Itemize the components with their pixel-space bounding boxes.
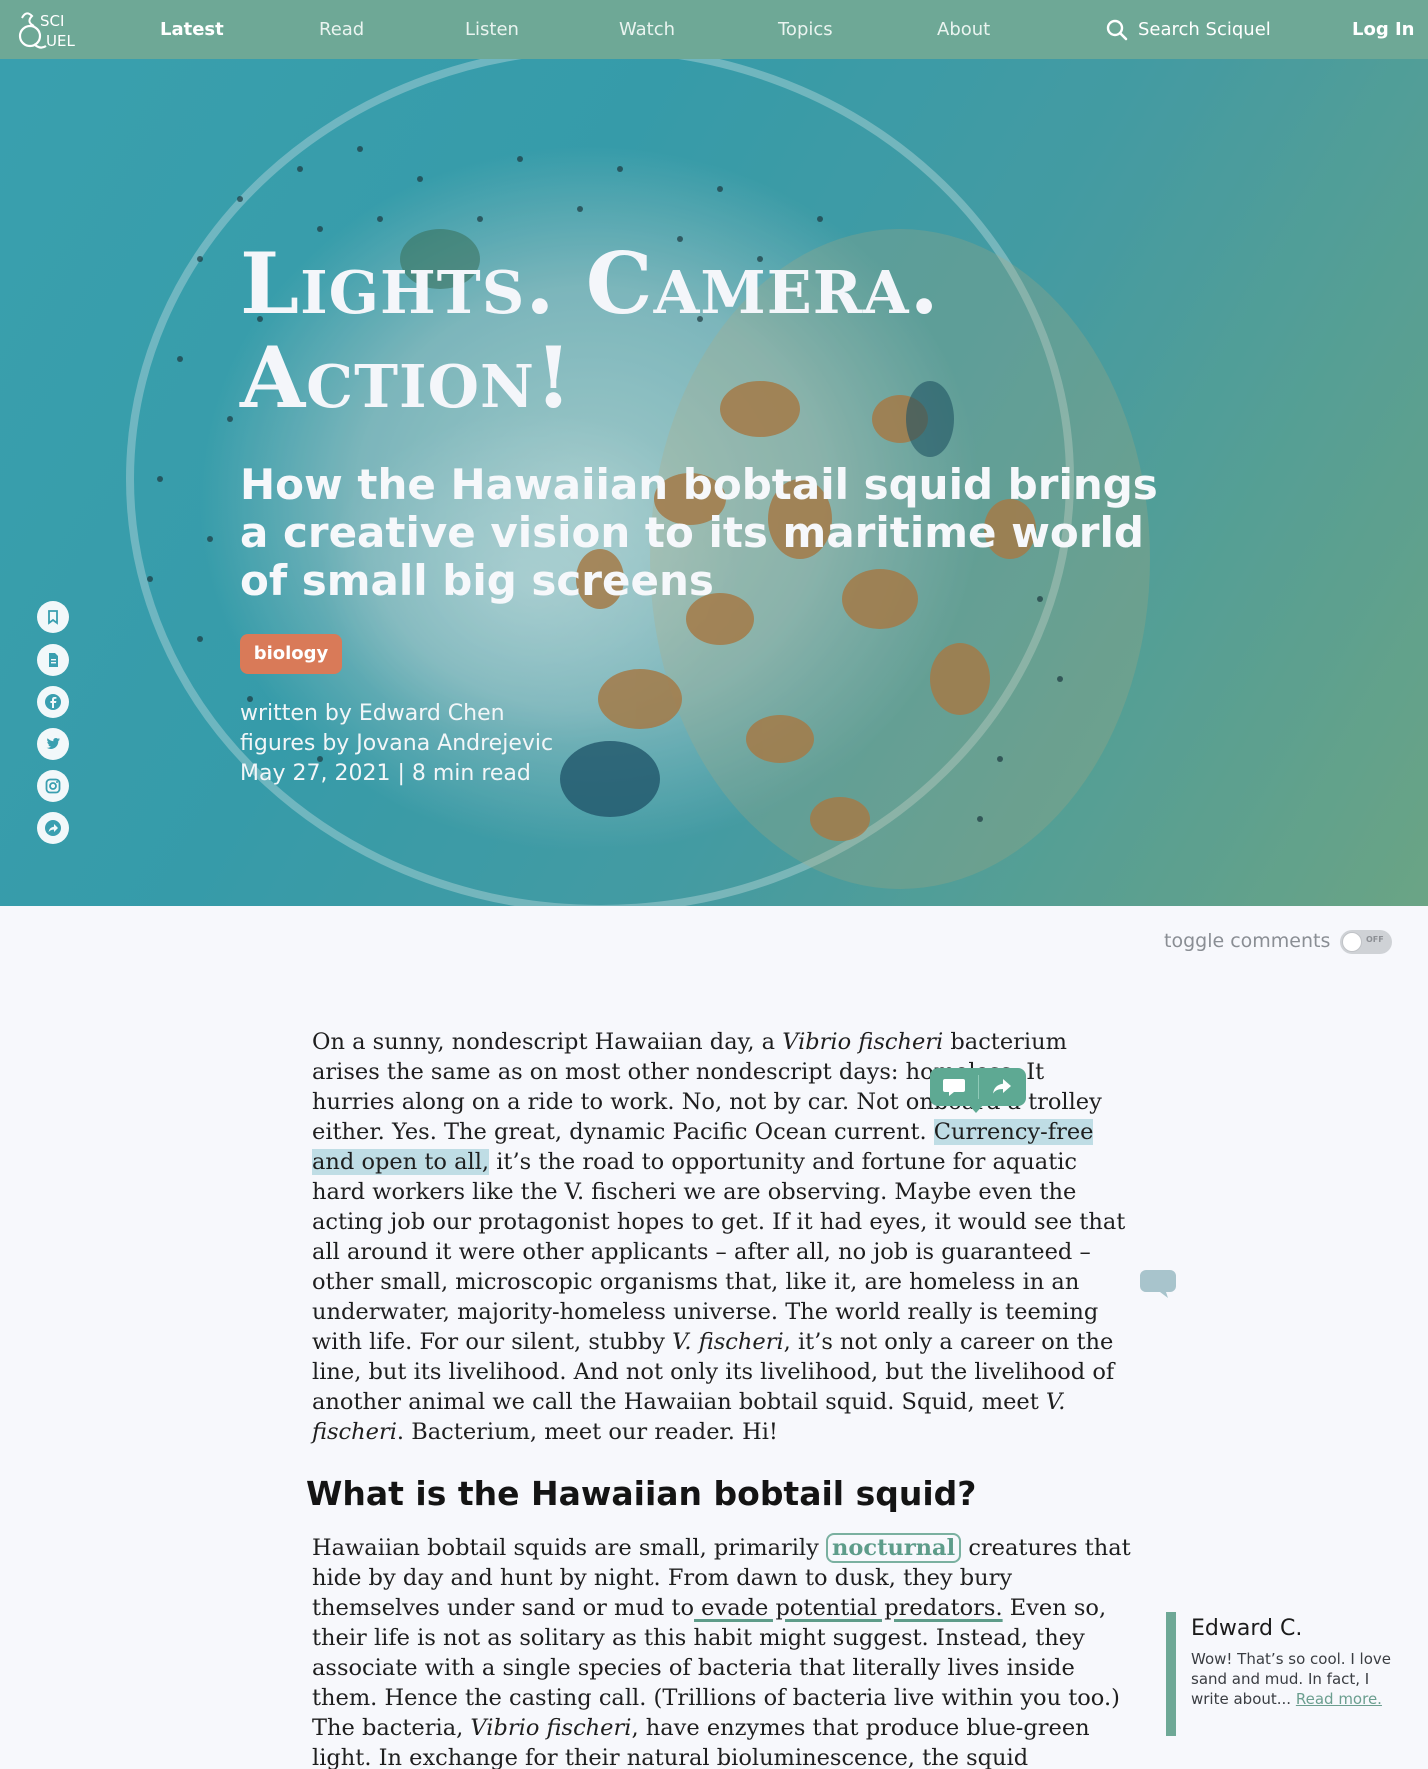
document-icon bbox=[49, 653, 58, 667]
facebook-icon bbox=[45, 694, 61, 710]
comments-toggle[interactable]: OFF bbox=[1340, 930, 1392, 954]
logo-text-top: SCI bbox=[40, 12, 64, 30]
topic-tag[interactable]: biology bbox=[240, 634, 342, 674]
nav-latest[interactable]: Latest bbox=[160, 0, 224, 59]
glossary-term[interactable]: nocturnal bbox=[826, 1533, 962, 1563]
commenter-name: Edward C. bbox=[1191, 1616, 1303, 1641]
search-label: Search Sciquel bbox=[1138, 19, 1271, 40]
read-more-link[interactable]: Read more. bbox=[1296, 1690, 1382, 1708]
search-button[interactable]: Search Sciquel bbox=[1106, 0, 1271, 59]
instagram-share[interactable] bbox=[37, 770, 69, 802]
logo-text-bottom: UEL bbox=[46, 32, 75, 50]
bookmark-icon bbox=[48, 610, 58, 625]
article-paragraph-2: Hawaiian bobtail squids are small, prima… bbox=[312, 1533, 1131, 1769]
selection-popover bbox=[930, 1068, 1026, 1106]
nav-topics[interactable]: Topics bbox=[778, 0, 833, 59]
twitter-share[interactable] bbox=[37, 728, 69, 760]
share-arrow-icon bbox=[993, 1079, 1012, 1094]
nav-read[interactable]: Read bbox=[319, 0, 364, 59]
comment-selection-button[interactable] bbox=[930, 1068, 978, 1106]
facebook-share[interactable] bbox=[37, 686, 69, 718]
nav-watch[interactable]: Watch bbox=[619, 0, 675, 59]
instagram-icon bbox=[45, 778, 61, 794]
comment-icon bbox=[942, 1079, 965, 1096]
toggle-knob bbox=[1342, 932, 1362, 952]
comment-text: Wow! That’s so cool. I love sand and mud… bbox=[1191, 1650, 1391, 1708]
top-nav: SCI UEL Latest Read Listen Watch Topics … bbox=[0, 0, 1428, 59]
byline: written by Edward Chen figures by Jovana… bbox=[240, 699, 553, 789]
toggle-comments-label: toggle comments bbox=[1164, 930, 1331, 952]
login-button[interactable]: Log In bbox=[1352, 0, 1415, 59]
annotated-text[interactable]: evade potential predators. bbox=[694, 1595, 1002, 1621]
article-title: Lights. Camera. Action! bbox=[240, 237, 1140, 425]
twitter-icon bbox=[46, 737, 60, 749]
date-readtime: May 27, 2021 | 8 min read bbox=[240, 761, 531, 786]
nav-about[interactable]: About bbox=[937, 0, 990, 59]
share-selection-button[interactable] bbox=[978, 1068, 1026, 1106]
toggle-state: OFF bbox=[1366, 935, 1384, 944]
share-button[interactable] bbox=[37, 812, 69, 844]
section-heading: What is the Hawaiian bobtail squid? bbox=[306, 1474, 977, 1513]
author-credit: written by Edward Chen bbox=[240, 701, 505, 726]
title-line-1: Lights. Camera. bbox=[240, 234, 940, 333]
title-line-2: Action! bbox=[240, 328, 573, 427]
search-icon bbox=[1106, 19, 1128, 40]
sciquel-logo[interactable]: SCI UEL bbox=[10, 6, 84, 52]
document-button[interactable] bbox=[37, 644, 69, 676]
share-icon bbox=[45, 820, 61, 836]
comment-card: Edward C. Wow! That’s so cool. I love sa… bbox=[1166, 1612, 1396, 1736]
margin-comment-icon[interactable] bbox=[1140, 1268, 1176, 1300]
nav-listen[interactable]: Listen bbox=[465, 0, 519, 59]
hero-banner: Lights. Camera. Action! How the Hawaiian… bbox=[0, 59, 1428, 906]
article-subtitle: How the Hawaiian bobtail squid brings a … bbox=[240, 460, 1158, 605]
figures-credit: figures by Jovana Andrejevic bbox=[240, 731, 554, 756]
bookmark-button[interactable] bbox=[37, 601, 69, 633]
